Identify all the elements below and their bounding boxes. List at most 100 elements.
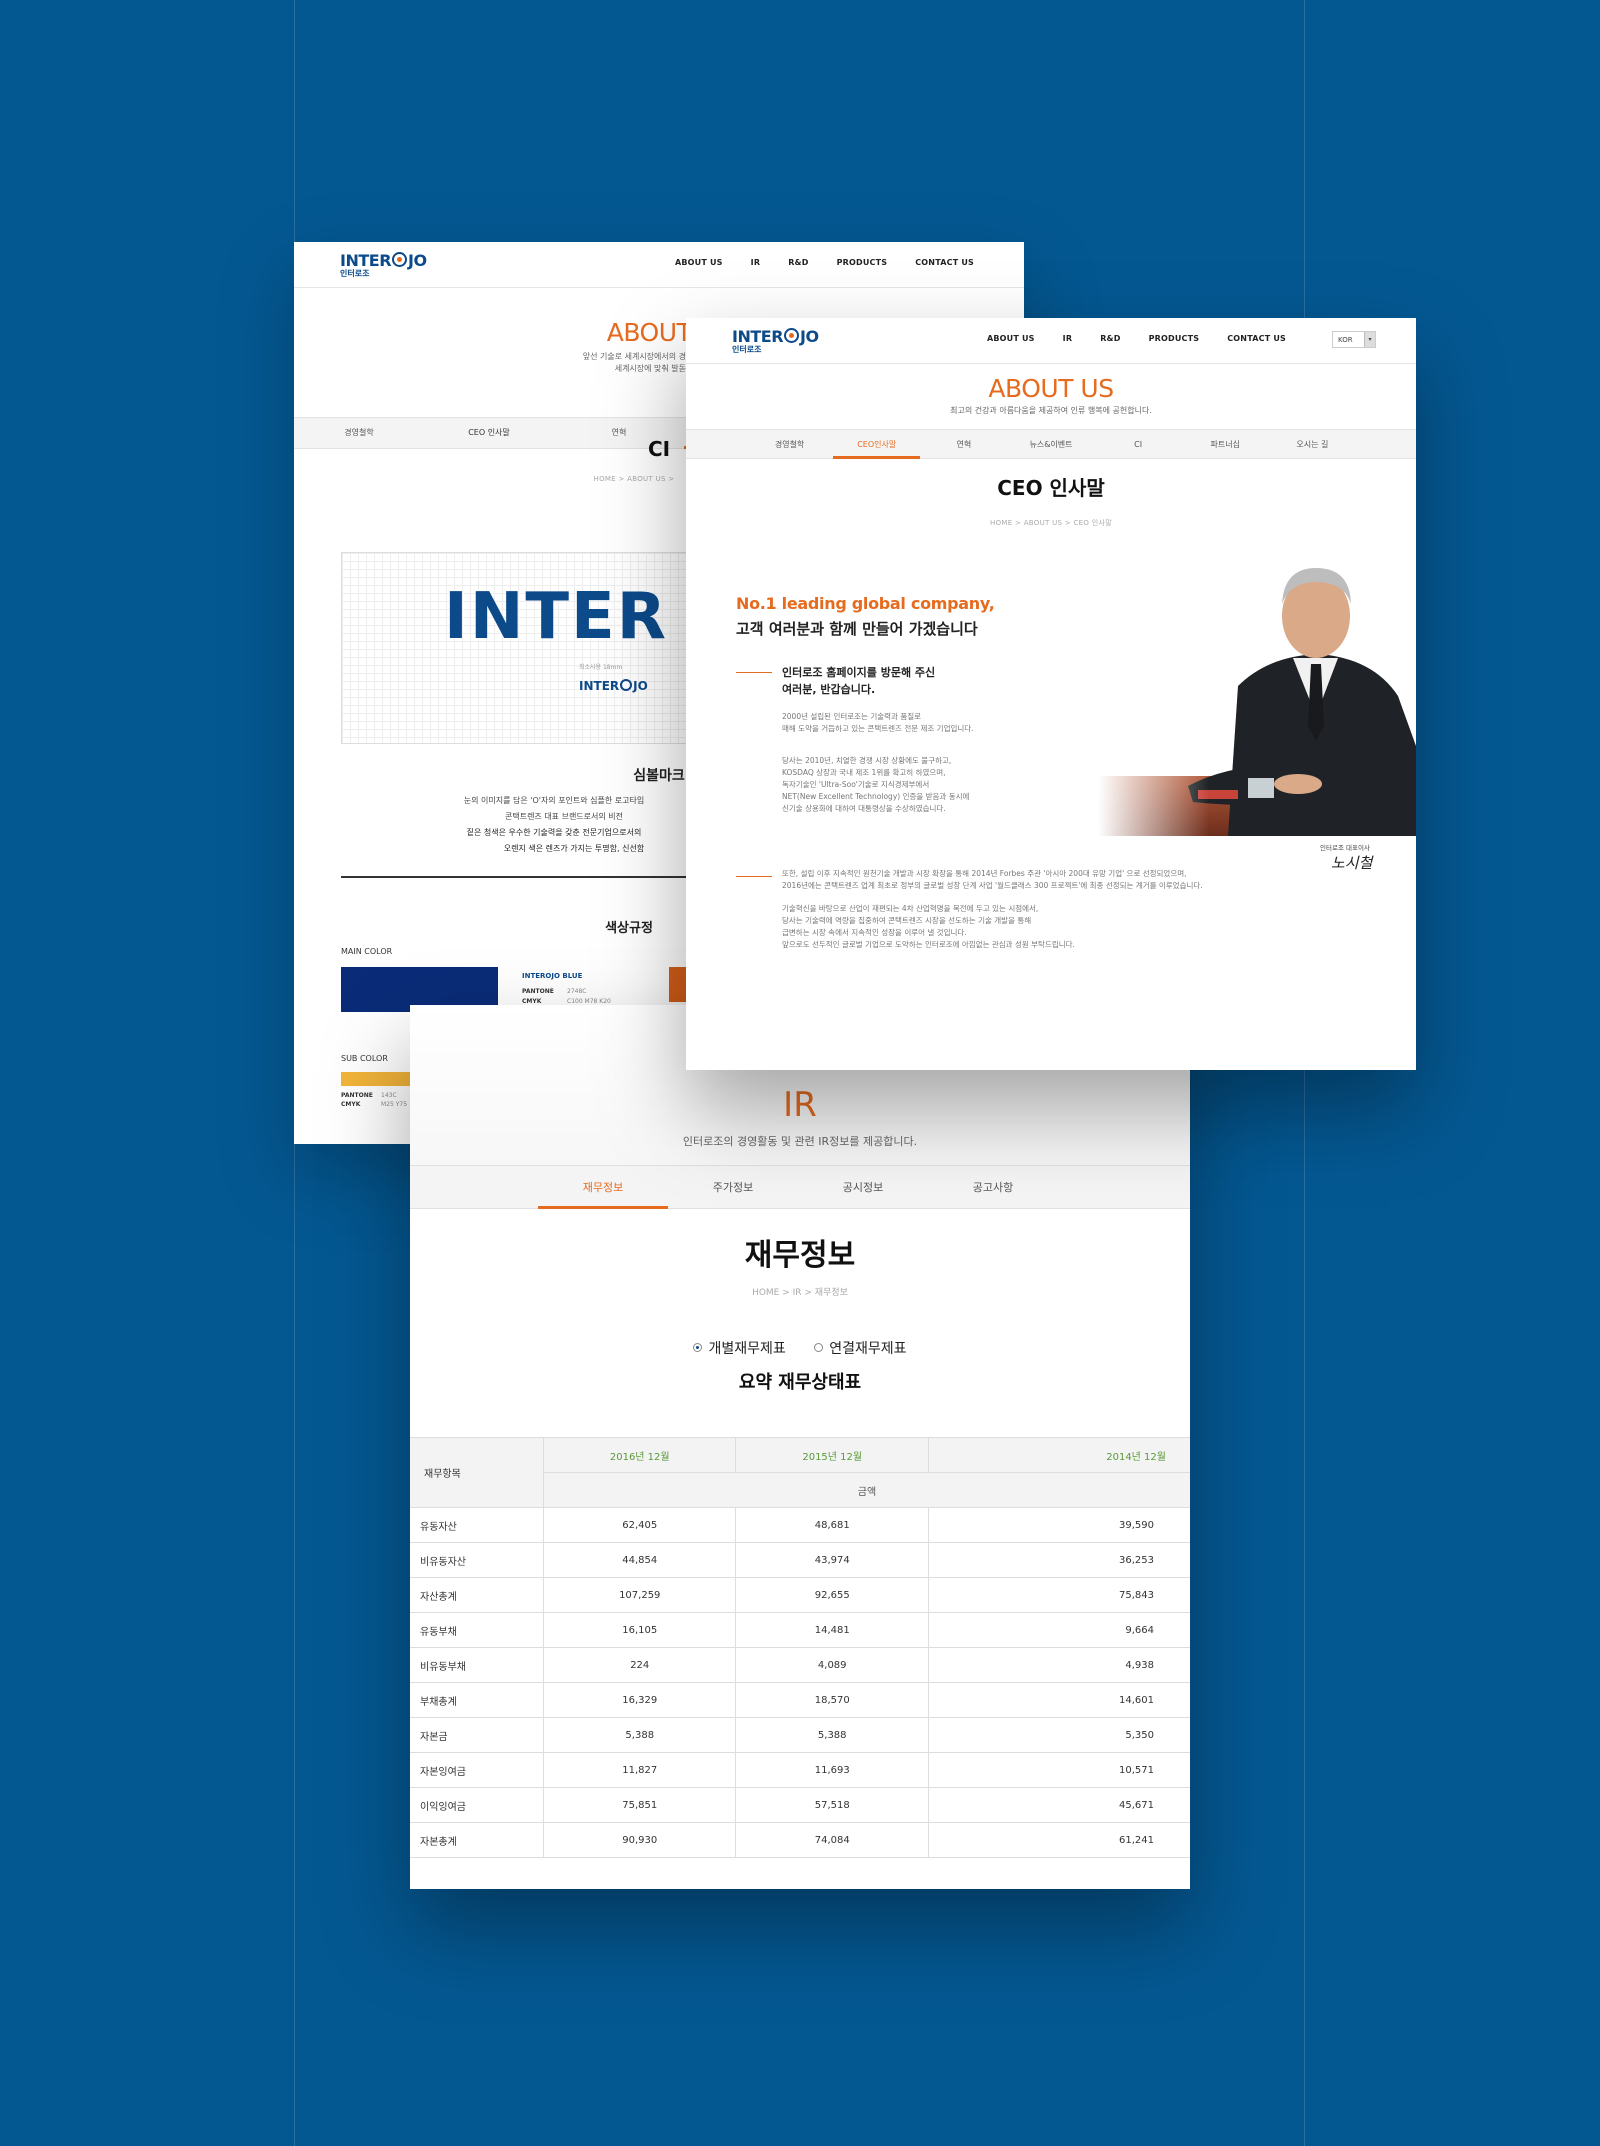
ir-page-window: IR 인터로조의 경영활동 및 관련 IR정보를 제공합니다. 재무정보 주가정…: [410, 1005, 1190, 1889]
nav-products[interactable]: PRODUCTS: [1149, 334, 1200, 343]
ceo-heading: CEO 인사말: [997, 476, 1105, 500]
ceo-tab-philosophy[interactable]: 경영철학: [746, 430, 833, 458]
table-cell: 5,350: [927, 1717, 1190, 1753]
row-label: 자산총계: [410, 1577, 544, 1613]
table-cell: 75,851: [542, 1787, 737, 1823]
row-label: 자본총계: [410, 1822, 544, 1858]
row-label: 유동부채: [410, 1612, 544, 1648]
nav-products[interactable]: PRODUCTS: [837, 258, 888, 267]
amount-header: 금액: [543, 1472, 1190, 1508]
table-cell: 39,590: [927, 1507, 1190, 1543]
financial-table: 재무항목 2016년 12월 2015년 12월 2014년 12월 금액 유동…: [410, 1437, 1190, 1858]
ceo-headline-kr: 고객 여러분과 함께 만들어 가겠습니다: [736, 620, 978, 638]
table-row: 유동부채 16,105 14,481 9,664: [410, 1612, 1190, 1648]
dropdown-arrow-icon: ▾: [1364, 332, 1375, 347]
table-cell: 92,655: [735, 1577, 929, 1613]
ceo-tab-history[interactable]: 연혁: [920, 430, 1007, 458]
ceo-tab-location[interactable]: 오시는 길: [1269, 430, 1356, 458]
ceo-signature-label: 인터로조 대표이사: [1320, 844, 1370, 852]
table-row: 자산총계 107,259 92,655 75,843: [410, 1577, 1190, 1613]
table-cell: 75,843: [927, 1577, 1190, 1613]
radio-consolidated[interactable]: 연결재무제표: [814, 1341, 907, 1357]
table-title: 요약 재무상태표: [738, 1372, 862, 1393]
radio-unchecked-icon: [814, 1343, 824, 1352]
ceo-tab-ci[interactable]: CI: [1095, 430, 1182, 458]
table-row: 비유동부채 224 4,089 4,938: [410, 1647, 1190, 1683]
table-cell: 10,571: [927, 1752, 1190, 1788]
table-row: 비유동자산 44,854 43,974 36,253: [410, 1542, 1190, 1578]
ceo-breadcrumb: HOME > ABOUT US > CEO 인사말: [990, 519, 1112, 527]
ceo-paragraph-2: 당사는 2010년, 치열한 경쟁 시장 상황에도 불구하고, KOSDAQ 상…: [782, 756, 970, 813]
row-label: 비유동부채: [410, 1647, 544, 1683]
radio-checked-icon: [693, 1343, 703, 1352]
table-row: 유동자산 62,405 48,681 39,590: [410, 1507, 1190, 1543]
sub-color-pantone: PANTONE 143C: [341, 1092, 397, 1099]
logo-o-icon: [784, 328, 800, 343]
table-cell: 11,693: [735, 1752, 929, 1788]
table-cell: 14,601: [927, 1682, 1190, 1718]
table-row: 자본잉여금 11,827 11,693 10,571: [410, 1752, 1190, 1788]
nav-about-us[interactable]: ABOUT US: [987, 334, 1035, 343]
table-cell: 4,089: [735, 1647, 929, 1683]
table-cell: 4,938: [927, 1647, 1190, 1683]
sub-color-cmyk: CMYK M25 Y75: [341, 1101, 408, 1108]
table-cell: 62,405: [542, 1507, 737, 1543]
ceo-top-nav: ABOUT US IR R&D PRODUCTS CONTACT US: [987, 334, 1286, 343]
nav-contact-us[interactable]: CONTACT US: [1227, 334, 1286, 343]
ceo-header: INTER JO 인터로조 ABOUT US IR R&D PRODUCTS CO…: [686, 318, 1416, 364]
ceo-accent-line: [736, 672, 772, 673]
year-header-2016: 2016년 12월: [542, 1437, 737, 1473]
ceo-paragraph-3: 또한, 설립 이후 지속적인 원천기술 개발과 시장 확장을 통해 2014년 …: [782, 869, 1203, 890]
logo-o-icon: [620, 679, 633, 691]
sub-color-label: SUB COLOR: [341, 1054, 388, 1063]
ceo-accent-line-2: [736, 876, 772, 877]
ir-tab-disclosure[interactable]: 공시정보: [798, 1166, 928, 1208]
table-cell: 16,105: [542, 1612, 737, 1648]
table-row: 부채총계 16,329 18,570 14,601: [410, 1682, 1190, 1718]
ci-logo-large: INTER: [444, 580, 669, 654]
table-cell: 61,241: [927, 1822, 1190, 1858]
nav-rnd[interactable]: R&D: [1100, 334, 1120, 343]
ceo-greeting: 인터로조 홈페이지를 방문해 주신 여러분, 반갑습니다.: [782, 666, 936, 697]
table-cell: 57,518: [735, 1787, 929, 1823]
table-cell: 48,681: [735, 1507, 929, 1543]
ir-breadcrumb: HOME > IR > 재무정보: [752, 1288, 848, 1298]
table-cell: 5,388: [735, 1717, 929, 1753]
ceo-paragraph-1: 2000년 설립된 인터로조는 기술력과 품질로 매해 도약을 거듭하고 있는 …: [782, 712, 974, 733]
main-color-pantone: PANTONE 2748C: [522, 988, 587, 995]
financial-table-body: 유동자산 62,405 48,681 39,590 비유동자산 44,854 43,974 3…: [410, 1507, 1190, 1858]
nav-about-us[interactable]: ABOUT US: [675, 258, 723, 267]
nav-rnd[interactable]: R&D: [788, 258, 808, 267]
ceo-logo[interactable]: INTER JO 인터로조: [732, 328, 819, 354]
ir-tab-stock[interactable]: 주가정보: [668, 1166, 798, 1208]
table-cell: 11,827: [542, 1752, 737, 1788]
ceo-tab-partnership[interactable]: 파트너십: [1182, 430, 1269, 458]
ceo-page-title: ABOUT US: [988, 374, 1114, 403]
ceo-tab-ceo[interactable]: CEO인사말: [833, 430, 921, 459]
radio-separate[interactable]: 개별재무제표: [693, 1341, 786, 1357]
ir-heading: 재무정보: [744, 1238, 856, 1273]
nav-ir[interactable]: IR: [751, 258, 761, 267]
ceo-page-subtitle: 최고의 건강과 아름다움을 제공하여 인류 행복에 공헌합니다.: [950, 406, 1152, 415]
ir-page-title: IR: [783, 1085, 817, 1125]
ir-tab-notice[interactable]: 공고사항: [928, 1166, 1058, 1208]
ci-logo[interactable]: INTER JO 인터로조: [340, 252, 427, 278]
table-cell: 45,671: [927, 1787, 1190, 1823]
table-row: 자본금 5,388 5,388 5,350: [410, 1717, 1190, 1753]
ceo-headline-en: No.1 leading global company,: [736, 594, 995, 613]
ir-sub-nav: 재무정보 주가정보 공시정보 공고사항: [410, 1165, 1190, 1209]
row-label: 이익잉여금: [410, 1787, 544, 1823]
ir-tab-financial[interactable]: 재무정보: [538, 1166, 668, 1209]
ceo-page-window: INTER JO 인터로조 ABOUT US IR R&D PRODUCTS CO…: [686, 318, 1416, 1070]
nav-contact-us[interactable]: CONTACT US: [915, 258, 974, 267]
nav-ir[interactable]: IR: [1063, 334, 1073, 343]
ci-header: INTER JO 인터로조 ABOUT US IR R&D PRODUCTS CO…: [294, 242, 1024, 288]
ceo-tab-news[interactable]: 뉴스&이벤트: [1007, 430, 1094, 458]
row-label: 유동자산: [410, 1507, 544, 1543]
table-cell: 74,084: [735, 1822, 929, 1858]
year-header-2014: 2014년 12월: [927, 1437, 1190, 1473]
table-corner-header: 재무항목: [410, 1437, 544, 1508]
table-cell: 90,930: [542, 1822, 737, 1858]
language-select[interactable]: KOR ▾: [1332, 331, 1376, 348]
statement-type-radios: 개별재무제표 연결재무제표: [410, 1338, 1190, 1358]
